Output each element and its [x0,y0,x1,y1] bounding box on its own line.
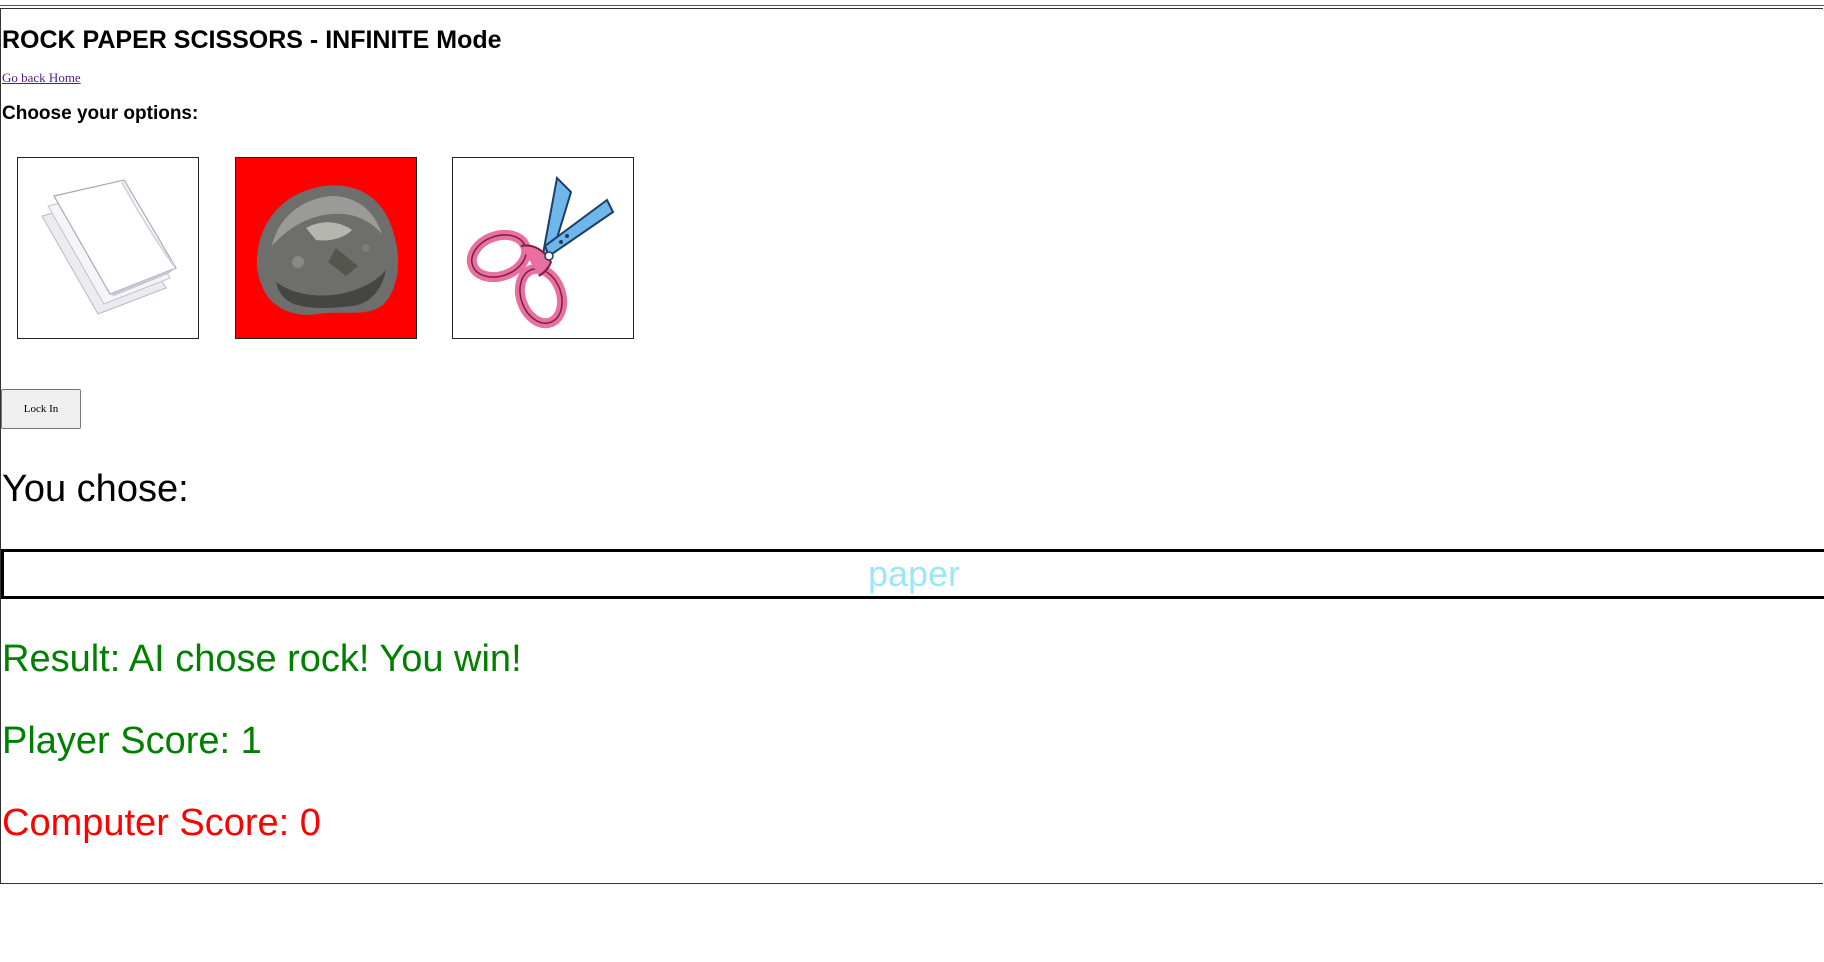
lock-in-button[interactable]: Lock In [1,389,81,429]
computer-score: Computer Score: 0 [2,802,321,844]
you-chose-heading: You chose: [2,468,189,510]
scissors-icon [466,175,615,329]
game-frame [0,8,1823,884]
result-message: Result: AI chose rock! You win! [2,638,522,680]
option-rock[interactable] [235,157,417,339]
paper-icon [41,179,177,315]
home-link[interactable]: Go back Home [2,70,81,86]
option-scissors[interactable] [452,157,634,339]
player-choice-display: paper [1,549,1824,599]
top-divider [0,5,1824,6]
rock-icon [256,185,399,315]
options-heading: Choose your options: [2,103,199,124]
option-paper[interactable] [17,157,199,339]
player-choice-value: paper [867,553,961,594]
player-score: Player Score: 1 [2,720,262,762]
page-title: ROCK PAPER SCISSORS - INFINITE Mode [2,26,502,54]
